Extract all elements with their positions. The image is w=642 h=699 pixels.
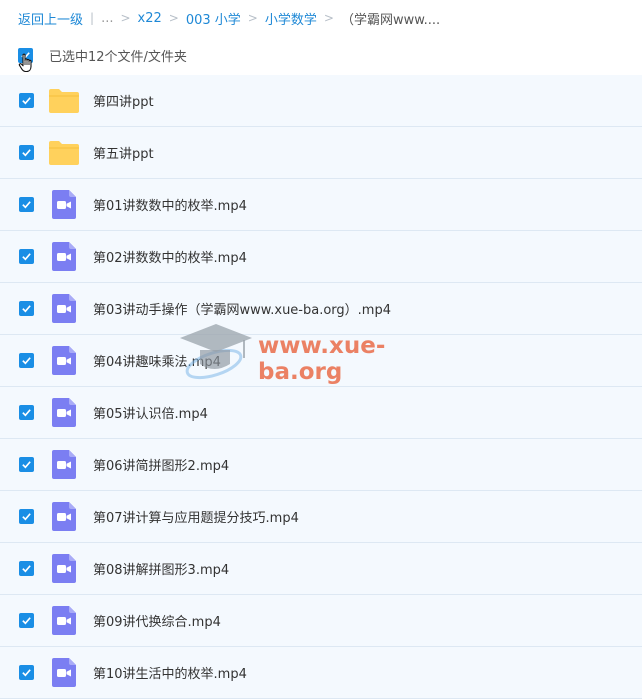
check-icon — [22, 305, 31, 313]
row-checkbox[interactable] — [19, 197, 34, 212]
check-icon — [22, 461, 31, 469]
file-row[interactable]: 第10讲生活中的枚举.mp4 — [0, 647, 642, 699]
video-file-icon — [52, 190, 76, 219]
selection-bar: 已选中12个文件/文件夹 — [18, 46, 187, 65]
check-icon — [22, 357, 31, 365]
check-icon — [22, 409, 31, 417]
breadcrumb: 返回上一级 | ... > x22 > 003 小学 > 小学数学 > （学霸网… — [18, 8, 440, 28]
row-checkbox[interactable] — [19, 613, 34, 628]
file-name[interactable]: 第04讲趣味乘法.mp4 — [93, 351, 221, 370]
folder-icon — [49, 141, 79, 165]
check-icon — [22, 149, 31, 157]
breadcrumb-item-x22[interactable]: x22 — [138, 11, 162, 26]
check-icon — [22, 617, 31, 625]
breadcrumb-item-003[interactable]: 003 小学 — [186, 9, 241, 28]
video-file-icon — [52, 294, 76, 323]
video-file-icon — [52, 502, 76, 531]
folder-icon — [49, 89, 79, 113]
check-icon — [22, 253, 31, 261]
check-icon — [22, 669, 31, 677]
file-row[interactable]: 第05讲认识倍.mp4 — [0, 387, 642, 439]
file-row[interactable]: 第04讲趣味乘法.mp4 — [0, 335, 642, 387]
check-icon — [21, 51, 30, 59]
file-name[interactable]: 第五讲ppt — [93, 143, 154, 162]
file-row[interactable]: 第09讲代换综合.mp4 — [0, 595, 642, 647]
check-icon — [22, 565, 31, 573]
row-checkbox[interactable] — [19, 509, 34, 524]
row-checkbox[interactable] — [19, 561, 34, 576]
file-row[interactable]: 第03讲动手操作（学霸网www.xue-ba.org）.mp4 — [0, 283, 642, 335]
video-file-icon — [52, 242, 76, 271]
file-name[interactable]: 第05讲认识倍.mp4 — [93, 403, 208, 422]
back-link[interactable]: 返回上一级 — [18, 9, 83, 28]
row-checkbox[interactable] — [19, 301, 34, 316]
video-file-icon — [52, 450, 76, 479]
file-name[interactable]: 第09讲代换综合.mp4 — [93, 611, 221, 630]
file-name[interactable]: 第08讲解拼图形3.mp4 — [93, 559, 229, 578]
file-name[interactable]: 第07讲计算与应用题提分技巧.mp4 — [93, 507, 299, 526]
file-name[interactable]: 第01讲数数中的枚举.mp4 — [93, 195, 247, 214]
row-checkbox[interactable] — [19, 665, 34, 680]
file-list: 第四讲ppt 第五讲ppt 第01讲数数中的枚举.mp4 第02讲数数中的枚举.mp4… — [0, 75, 642, 699]
chevron-right-icon: > — [120, 11, 131, 25]
video-file-icon — [52, 554, 76, 583]
check-icon — [22, 97, 31, 105]
file-row[interactable]: 第四讲ppt — [0, 75, 642, 127]
select-all-checkbox[interactable] — [18, 47, 33, 63]
check-icon — [22, 201, 31, 209]
file-row[interactable]: 第五讲ppt — [0, 127, 642, 179]
file-name[interactable]: 第02讲数数中的枚举.mp4 — [93, 247, 247, 266]
file-row[interactable]: 第06讲简拼图形2.mp4 — [0, 439, 642, 491]
row-checkbox[interactable] — [19, 249, 34, 264]
file-row[interactable]: 第02讲数数中的枚举.mp4 — [0, 231, 642, 283]
breadcrumb-item-math[interactable]: 小学数学 — [265, 9, 317, 28]
chevron-right-icon: > — [323, 11, 334, 25]
file-name[interactable]: 第四讲ppt — [93, 91, 154, 110]
row-checkbox[interactable] — [19, 93, 34, 108]
video-file-icon — [52, 658, 76, 687]
video-file-icon — [52, 606, 76, 635]
selection-count-label: 已选中12个文件/文件夹 — [49, 49, 187, 65]
row-checkbox[interactable] — [19, 353, 34, 368]
file-row[interactable]: 第01讲数数中的枚举.mp4 — [0, 179, 642, 231]
breadcrumb-ellipsis[interactable]: ... — [101, 11, 113, 26]
row-checkbox[interactable] — [19, 405, 34, 420]
file-name[interactable]: 第06讲简拼图形2.mp4 — [93, 455, 229, 474]
file-name[interactable]: 第10讲生活中的枚举.mp4 — [93, 663, 247, 682]
check-icon — [22, 513, 31, 521]
file-row[interactable]: 第08讲解拼图形3.mp4 — [0, 543, 642, 595]
video-file-icon — [52, 346, 76, 375]
file-row[interactable]: 第07讲计算与应用题提分技巧.mp4 — [0, 491, 642, 543]
video-file-icon — [52, 398, 76, 427]
breadcrumb-current: （学霸网www.... — [340, 12, 441, 28]
file-name[interactable]: 第03讲动手操作（学霸网www.xue-ba.org）.mp4 — [93, 299, 391, 318]
row-checkbox[interactable] — [19, 457, 34, 472]
breadcrumb-divider: | — [90, 11, 95, 25]
row-checkbox[interactable] — [19, 145, 34, 160]
chevron-right-icon: > — [247, 11, 258, 25]
chevron-right-icon: > — [168, 11, 179, 25]
